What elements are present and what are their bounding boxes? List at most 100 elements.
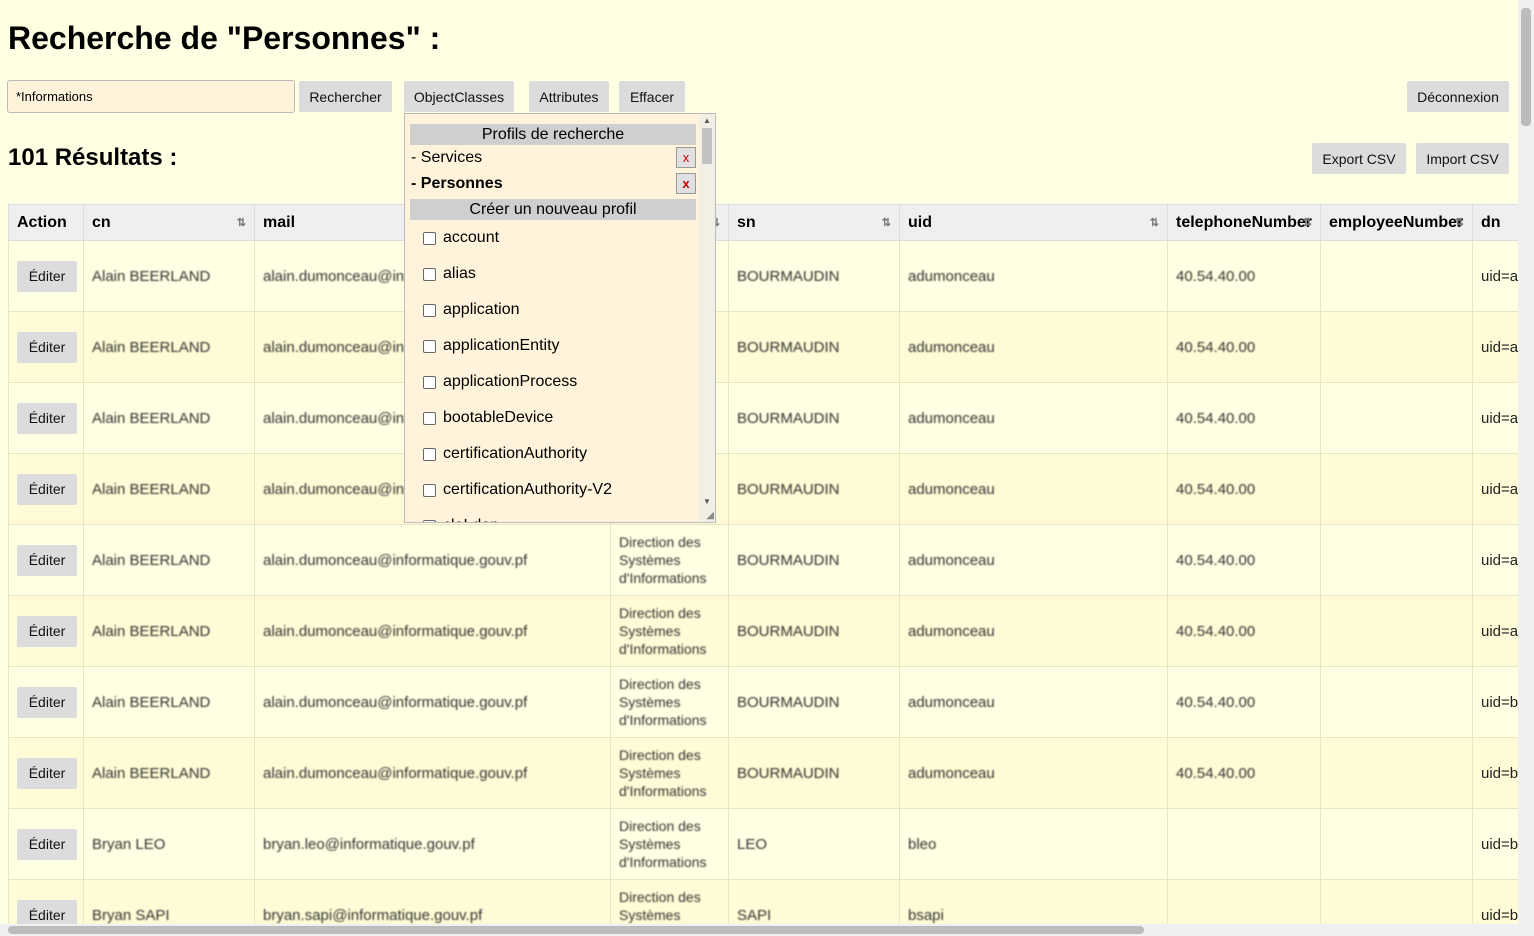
cell-value-tel: 40.54.40.00 — [1176, 338, 1256, 356]
resize-grip-icon[interactable]: ◢ — [706, 510, 714, 521]
edit-button[interactable]: Éditer — [17, 615, 77, 647]
objectclass-checkbox[interactable] — [423, 232, 436, 245]
delete-profile-button[interactable]: x — [676, 173, 696, 194]
objectclass-item[interactable]: account — [410, 220, 696, 256]
profile-item-personnes[interactable]: - Personnes x — [410, 171, 696, 197]
edit-button[interactable]: Éditer — [17, 828, 77, 860]
logout-button[interactable]: Déconnexion — [1407, 81, 1509, 112]
page-vertical-scrollbar[interactable] — [1518, 0, 1534, 936]
objectclass-checkbox[interactable] — [423, 520, 436, 522]
dropdown-scroll-thumb[interactable] — [702, 128, 712, 164]
col-header-label: sn — [737, 213, 756, 231]
table-row: Éditer Alain BEERLAND alain.dumonceau@info… — [8, 240, 1518, 312]
objectclass-item[interactable]: bootableDevice — [410, 400, 696, 436]
cell-mail: alain.dumonceau@informatique.gouv.pf — [254, 524, 611, 596]
objectclass-item[interactable]: alias — [410, 256, 696, 292]
objectclass-checkbox[interactable] — [423, 304, 436, 317]
clear-button[interactable]: Effacer — [619, 81, 685, 112]
objectclasses-dropdown[interactable]: Profils de recherche - Services x - Pers… — [404, 113, 716, 523]
objectclass-checkbox[interactable] — [423, 448, 436, 461]
objectclass-item[interactable]: application — [410, 292, 696, 328]
objectclass-checkbox[interactable] — [423, 376, 436, 389]
edit-button[interactable]: Éditer — [17, 544, 77, 576]
cell-tel: 40.54.40.00 — [1167, 666, 1321, 738]
delete-profile-button[interactable]: x — [676, 147, 696, 168]
cell-tel: 40.54.40.00 — [1167, 240, 1321, 312]
col-header-dn[interactable]: dn — [1472, 204, 1518, 241]
objectclass-item[interactable]: applicationEntity — [410, 328, 696, 364]
col-header-employee[interactable]: employeeNumber ⇅ — [1320, 204, 1473, 241]
cell-sn: BOURMAUDIN — [728, 240, 900, 312]
col-header-sn[interactable]: sn ⇅ — [728, 204, 900, 241]
cell-action: Éditer — [8, 382, 84, 454]
cell-cn: Alain BEERLAND — [83, 666, 255, 738]
objectclass-item[interactable]: cloLdap — [410, 508, 696, 522]
scroll-down-icon[interactable]: ▼ — [699, 497, 715, 506]
objectclass-checkbox[interactable] — [423, 412, 436, 425]
cell-cn: Alain BEERLAND — [83, 240, 255, 312]
page-horizontal-scrollbar[interactable] — [0, 924, 1518, 936]
edit-button[interactable]: Éditer — [17, 402, 77, 434]
sort-icon[interactable]: ⇅ — [1455, 216, 1464, 229]
cell-sn: BOURMAUDIN — [728, 453, 900, 525]
cell-value-mail: alain.dumonceau@informatique.gouv.pf — [263, 693, 528, 711]
search-input[interactable] — [7, 80, 295, 113]
profile-label[interactable]: - Personnes — [411, 175, 503, 192]
edit-button[interactable]: Éditer — [17, 331, 77, 363]
cell-tel — [1167, 879, 1321, 924]
cell-sn: BOURMAUDIN — [728, 524, 900, 596]
cell-value-mail: alain.dumonceau@informatique.gouv.pf — [263, 622, 528, 640]
cell-value-uid: adumonceau — [908, 693, 995, 711]
cell-uid: adumonceau — [899, 382, 1168, 454]
cell-uid: adumonceau — [899, 453, 1168, 525]
cell-value-cn: Alain BEERLAND — [92, 480, 211, 498]
cell-emp — [1320, 311, 1473, 383]
cell-emp — [1320, 382, 1473, 454]
sort-icon[interactable]: ⇅ — [237, 216, 246, 229]
cell-value-uid: bleo — [908, 835, 937, 853]
search-button[interactable]: Rechercher — [299, 81, 392, 112]
table-row: Éditer Alain BEERLAND alain.dumonceau@info… — [8, 666, 1518, 738]
edit-button[interactable]: Éditer — [17, 757, 77, 789]
profile-item-services[interactable]: - Services x — [410, 145, 696, 171]
profile-label[interactable]: - Services — [411, 149, 482, 166]
cell-value-dn: uid=b — [1481, 906, 1518, 924]
cell-value-cn: Bryan SAPI — [92, 906, 170, 924]
table-row: Éditer Alain BEERLAND alain.dumonceau@info… — [8, 595, 1518, 667]
cell-uid: adumonceau — [899, 595, 1168, 667]
objectclass-label: alias — [443, 265, 476, 282]
import-csv-button[interactable]: Import CSV — [1416, 143, 1509, 174]
create-profile-button[interactable]: Créer un nouveau profil — [410, 199, 696, 220]
sort-icon[interactable]: ⇅ — [1303, 216, 1312, 229]
objectclass-item[interactable]: certificationAuthority — [410, 436, 696, 472]
col-header-cn[interactable]: cn ⇅ — [83, 204, 255, 241]
attributes-button[interactable]: Attributes — [529, 81, 609, 112]
objectclasses-button[interactable]: ObjectClasses — [404, 81, 514, 112]
objectclass-checkbox[interactable] — [423, 340, 436, 353]
objectclass-item[interactable]: applicationProcess — [410, 364, 696, 400]
edit-button[interactable]: Éditer — [17, 473, 77, 505]
sort-icon[interactable]: ⇅ — [1150, 216, 1159, 229]
cell-dir: Direction des Systèmes d'Informations — [610, 666, 729, 738]
objectclass-checkbox[interactable] — [423, 484, 436, 497]
export-csv-button[interactable]: Export CSV — [1312, 143, 1406, 174]
col-header-telephone[interactable]: telephoneNumber ⇅ — [1167, 204, 1321, 241]
cell-cn: Bryan LEO — [83, 808, 255, 880]
dropdown-scrollbar[interactable]: ▲ ▼ — [699, 114, 715, 522]
col-header-uid[interactable]: uid ⇅ — [899, 204, 1168, 241]
objectclass-checkbox[interactable] — [423, 268, 436, 281]
page-horizontal-scroll-thumb[interactable] — [8, 926, 1144, 934]
cell-emp — [1320, 666, 1473, 738]
objectclass-item[interactable]: certificationAuthority-V2 — [410, 472, 696, 508]
cell-mail: alain.dumonceau@informatique.gouv.pf — [254, 666, 611, 738]
cell-action: Éditer — [8, 524, 84, 596]
table-row: Éditer Bryan SAPI bryan.sapi@informatique.… — [8, 879, 1518, 924]
cell-cn: Alain BEERLAND — [83, 524, 255, 596]
edit-button[interactable]: Éditer — [17, 686, 77, 718]
page-vertical-scroll-thumb[interactable] — [1521, 8, 1531, 126]
scroll-up-icon[interactable]: ▲ — [699, 116, 715, 125]
edit-button[interactable]: Éditer — [17, 899, 77, 924]
sort-icon[interactable]: ⇅ — [882, 216, 891, 229]
edit-button[interactable]: Éditer — [17, 260, 77, 292]
cell-cn: Alain BEERLAND — [83, 382, 255, 454]
